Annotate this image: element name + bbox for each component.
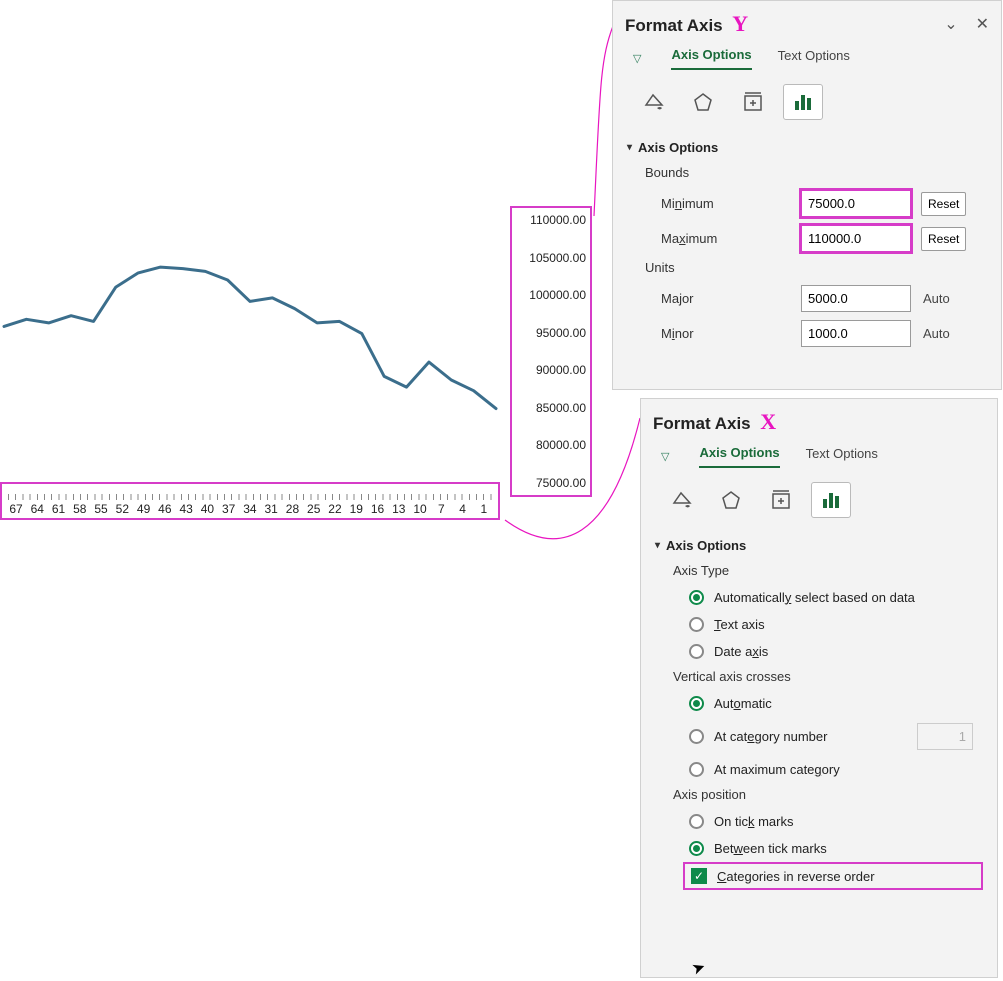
x-axis-tick-labels: 6764615855524946434037343128252219161310… xyxy=(2,502,498,516)
option-label: Text axis xyxy=(714,617,765,632)
axis-position-label: Axis position xyxy=(655,783,983,808)
section-axis-options-toggle[interactable]: ▾ Axis Options xyxy=(655,532,983,559)
tab-text-options[interactable]: Text Options xyxy=(778,48,850,69)
axis-type-label: Axis Type xyxy=(655,559,983,584)
radio-icon xyxy=(689,644,704,659)
minor-units-input[interactable] xyxy=(801,320,911,347)
at-category-number-input xyxy=(917,723,973,750)
minor-auto-label: Auto xyxy=(921,326,950,341)
option-label: Categories in reverse order xyxy=(717,869,875,884)
checkbox-categories-reverse[interactable]: Categories in reverse order xyxy=(683,862,983,890)
major-units-input[interactable] xyxy=(801,285,911,312)
pane-title: Format Axis xyxy=(653,414,751,433)
annotation-x-badge: X xyxy=(760,409,776,434)
radio-vac-automatic[interactable]: Automatic xyxy=(655,690,983,717)
option-label: On tick marks xyxy=(714,814,793,829)
option-label: At maximum category xyxy=(714,762,840,777)
format-axis-pane-x: Format Axis X ▽ Axis Options Text Option… xyxy=(640,398,998,978)
size-properties-icon[interactable] xyxy=(733,84,773,120)
chart-x-axis[interactable]: 6764615855524946434037343128252219161310… xyxy=(0,482,500,520)
section-axis-options-toggle[interactable]: ▾ Axis Options xyxy=(627,134,987,161)
pane-title: Format Axis xyxy=(625,16,723,35)
line-chart-plot xyxy=(0,206,500,496)
radio-icon xyxy=(689,729,704,744)
radio-on-tick-marks[interactable]: On tick marks xyxy=(655,808,983,835)
chevron-down-icon[interactable]: ⌄ xyxy=(944,14,957,34)
chevron-down-icon: ▾ xyxy=(627,142,632,153)
format-axis-pane-y: Format Axis Y ⌄ ✕ ▽ Axis Options Text Op… xyxy=(612,0,1002,390)
option-label: Automatic xyxy=(714,696,772,711)
option-label: At category number xyxy=(714,729,827,744)
bounds-label: Bounds xyxy=(627,161,987,186)
chart-y-axis-labels[interactable]: 110000.00105000.00100000.0095000.0090000… xyxy=(510,206,592,497)
minimum-label: Minimum xyxy=(661,196,791,211)
radio-vac-at-category[interactable]: At category number xyxy=(655,717,983,756)
checkbox-icon xyxy=(691,868,707,884)
effects-icon[interactable] xyxy=(711,482,751,518)
tab-caret-icon: ▽ xyxy=(661,450,669,463)
fill-line-icon[interactable] xyxy=(661,482,701,518)
maximum-input[interactable] xyxy=(801,225,911,252)
x-axis-tick-marks xyxy=(8,494,492,500)
maximum-label: Maximum xyxy=(661,231,791,246)
option-label: Date axis xyxy=(714,644,768,659)
tab-axis-options[interactable]: Axis Options xyxy=(699,445,779,468)
radio-axis-type-auto[interactable]: Automatically select based on data xyxy=(655,584,983,611)
vertical-axis-crosses-label: Vertical axis crosses xyxy=(655,665,983,690)
radio-between-tick-marks[interactable]: Between tick marks xyxy=(655,835,983,862)
units-label: Units xyxy=(627,256,987,281)
radio-vac-at-max[interactable]: At maximum category xyxy=(655,756,983,783)
radio-icon xyxy=(689,814,704,829)
radio-icon xyxy=(689,841,704,856)
radio-icon xyxy=(689,696,704,711)
major-auto-label: Auto xyxy=(921,291,950,306)
axis-options-icon[interactable] xyxy=(811,482,851,518)
close-icon[interactable]: ✕ xyxy=(976,14,989,34)
annotation-y-badge: Y xyxy=(732,11,748,36)
minimum-reset-button[interactable]: Reset xyxy=(921,192,966,216)
radio-axis-type-date[interactable]: Date axis xyxy=(655,638,983,665)
section-title: Axis Options xyxy=(638,140,718,155)
radio-icon xyxy=(689,762,704,777)
maximum-reset-button[interactable]: Reset xyxy=(921,227,966,251)
effects-icon[interactable] xyxy=(683,84,723,120)
tab-caret-icon: ▽ xyxy=(633,52,641,65)
minor-label: Minor xyxy=(661,326,791,341)
chevron-down-icon: ▾ xyxy=(655,540,660,551)
radio-icon xyxy=(689,617,704,632)
tab-text-options[interactable]: Text Options xyxy=(806,446,878,467)
option-label: Automatically select based on data xyxy=(714,590,915,605)
radio-axis-type-text[interactable]: Text axis xyxy=(655,611,983,638)
option-label: Between tick marks xyxy=(714,841,827,856)
section-title: Axis Options xyxy=(666,538,746,553)
fill-line-icon[interactable] xyxy=(633,84,673,120)
axis-options-icon[interactable] xyxy=(783,84,823,120)
radio-icon xyxy=(689,590,704,605)
size-properties-icon[interactable] xyxy=(761,482,801,518)
chart-area[interactable]: 6764615855524946434037343128252219161310… xyxy=(0,206,500,520)
major-label: Major xyxy=(661,291,791,306)
tab-axis-options[interactable]: Axis Options xyxy=(671,47,751,70)
minimum-input[interactable] xyxy=(801,190,911,217)
